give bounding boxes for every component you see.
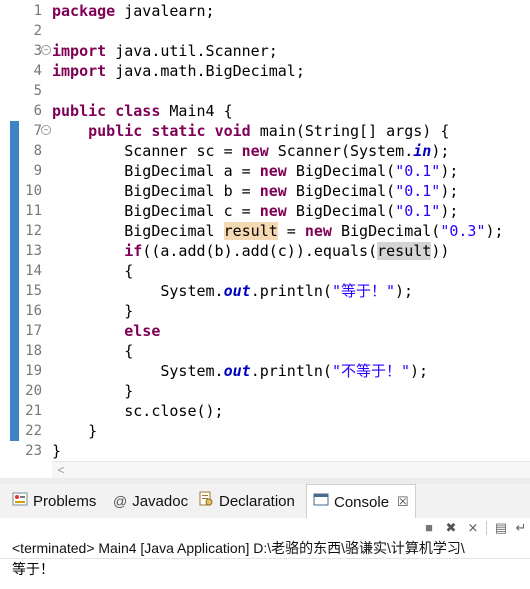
code-text: System.out.println("等于！"); <box>52 282 414 300</box>
code-line[interactable]: 9 BigDecimal a = new BigDecimal("0.1"); <box>0 161 530 181</box>
code-text: Scanner sc = new Scanner(System.in); <box>52 142 450 160</box>
code-text: BigDecimal b = new BigDecimal("0.1"); <box>52 182 459 200</box>
line-number: 6 <box>33 103 42 119</box>
declaration-icon <box>199 491 214 511</box>
line-number: 11 <box>25 203 42 219</box>
code-editor[interactable]: 1 package javalearn; 2 3− import java.util.S… <box>0 0 530 462</box>
code-line[interactable]: 8 Scanner sc = new Scanner(System.in); <box>0 141 530 161</box>
javadoc-icon: @ <box>113 493 128 509</box>
console-icon <box>313 493 329 511</box>
console-divider <box>0 558 530 559</box>
tab-declaration-label: Declaration <box>219 492 295 510</box>
code-text: sc.close(); <box>52 402 224 420</box>
code-line[interactable]: 21 sc.close(); <box>0 401 530 421</box>
code-text: } <box>52 302 134 320</box>
code-line[interactable]: 6 public class Main4 { <box>0 101 530 121</box>
line-number: 10 <box>25 183 42 199</box>
code-line[interactable]: 22 } <box>0 421 530 441</box>
close-icon[interactable]: ☒ <box>397 494 409 510</box>
code-text: public class Main4 { <box>52 102 233 120</box>
console-title: <terminated> Main4 [Java Application] D:… <box>12 540 465 556</box>
line-number: 4 <box>33 63 42 79</box>
line-number: 2 <box>33 23 42 39</box>
code-line[interactable]: 16 } <box>0 301 530 321</box>
code-text: BigDecimal a = new BigDecimal("0.1"); <box>52 162 459 180</box>
line-number: 1 <box>33 3 42 19</box>
line-number: 22 <box>25 423 42 439</box>
line-number: 21 <box>25 403 42 419</box>
problems-icon <box>12 491 28 511</box>
code-line[interactable]: 17 else <box>0 321 530 341</box>
code-text: package javalearn; <box>52 2 215 20</box>
word-wrap-icon[interactable]: ↵ <box>513 520 529 536</box>
code-line[interactable]: 10 BigDecimal b = new BigDecimal("0.1"); <box>0 181 530 201</box>
code-line[interactable]: 4 import java.math.BigDecimal; <box>0 61 530 81</box>
line-number: 17 <box>25 323 42 339</box>
line-number: 12 <box>25 223 42 239</box>
code-text: public static void main(String[] args) { <box>88 122 450 140</box>
console-output[interactable]: 等于！ <box>12 560 54 578</box>
code-text: BigDecimal result = new BigDecimal("0.3"… <box>52 222 504 240</box>
code-text: if((a.add(b).add(c)).equals(result)) <box>124 242 450 260</box>
code-line[interactable]: 1 package javalearn; <box>0 1 530 21</box>
line-number: 14 <box>25 263 42 279</box>
line-number: 23 <box>25 443 42 459</box>
tab-javadoc-label: Javadoc <box>132 492 189 510</box>
scroll-left-icon[interactable]: < <box>54 462 68 478</box>
remove-all-terminated-icon[interactable]: ⨯ <box>465 520 481 536</box>
line-number: 7 <box>33 123 42 139</box>
line-number: 5 <box>33 83 42 99</box>
code-text: } <box>52 442 62 460</box>
code-text: } <box>52 422 98 440</box>
tab-javadoc[interactable]: @ Javadoc <box>113 484 188 518</box>
line-number: 20 <box>25 383 42 399</box>
code-line[interactable]: 2 <box>0 21 530 41</box>
line-number: 9 <box>33 163 42 179</box>
code-line[interactable]: 7− public static void main(String[] args… <box>0 121 530 141</box>
line-number: 8 <box>33 143 42 159</box>
line-number: 19 <box>25 363 42 379</box>
horizontal-scrollbar[interactable]: < <box>52 461 530 478</box>
toolbar-separator <box>486 521 487 535</box>
line-number: 18 <box>25 343 42 359</box>
code-text: } <box>52 382 134 400</box>
code-line[interactable]: 20 } <box>0 381 530 401</box>
code-text: else <box>124 322 161 340</box>
remove-launch-icon[interactable]: ✖ <box>443 520 459 536</box>
code-text: { <box>52 342 134 360</box>
code-line[interactable]: 3− import java.util.Scanner; <box>0 41 530 61</box>
code-text: import java.util.Scanner; <box>52 42 278 60</box>
tab-console-label: Console <box>334 493 390 511</box>
console-toolbar: ■ ✖ ⨯ ▤ ↵ <box>0 518 530 538</box>
code-text: { <box>52 262 134 280</box>
fold-toggle-icon[interactable]: − <box>41 45 51 55</box>
terminate-icon[interactable]: ■ <box>421 520 437 536</box>
view-tab-bar: Problems @ Javadoc Declaration Console ☒ <box>0 484 530 519</box>
tab-problems[interactable]: Problems <box>12 484 96 518</box>
code-line[interactable]: 19 System.out.println("不等于！"); <box>0 361 530 381</box>
tab-declaration[interactable]: Declaration <box>199 484 295 518</box>
code-line[interactable]: 13 if((a.add(b).add(c)).equals(result)) <box>0 241 530 261</box>
code-line[interactable]: 5 <box>0 81 530 101</box>
code-line[interactable]: 12 BigDecimal result = new BigDecimal("0… <box>0 221 530 241</box>
line-number: 13 <box>25 243 42 259</box>
tab-console[interactable]: Console ☒ <box>306 484 416 519</box>
line-number: 15 <box>25 283 42 299</box>
code-text: import java.math.BigDecimal; <box>52 62 305 80</box>
tab-problems-label: Problems <box>33 492 97 510</box>
scroll-lock-icon[interactable]: ▤ <box>493 520 509 536</box>
code-text: BigDecimal c = new BigDecimal("0.1"); <box>52 202 459 220</box>
line-number: 3 <box>33 43 42 59</box>
line-number: 16 <box>25 303 42 319</box>
code-line[interactable]: 15 System.out.println("等于！"); <box>0 281 530 301</box>
code-line[interactable]: 11 BigDecimal c = new BigDecimal("0.1"); <box>0 201 530 221</box>
code-text: System.out.println("不等于！"); <box>52 362 429 380</box>
code-line[interactable]: 14 { <box>0 261 530 281</box>
code-line[interactable]: 18 { <box>0 341 530 361</box>
code-line[interactable]: 23} <box>0 441 530 461</box>
fold-toggle-icon[interactable]: − <box>41 125 51 135</box>
